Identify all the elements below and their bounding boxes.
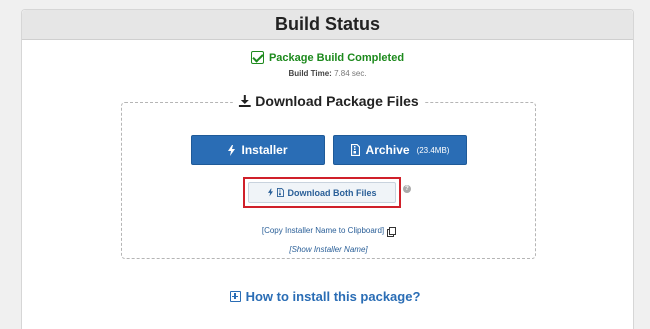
copy-installer-name[interactable]: [Copy Installer Name to Clipboard] bbox=[122, 226, 535, 237]
download-package-box: Download Package Files Installer Archive… bbox=[121, 93, 536, 259]
plus-square-icon bbox=[229, 291, 241, 302]
build-time: Build Time: 7.84 sec. bbox=[22, 69, 633, 78]
bolt-icon bbox=[267, 188, 273, 197]
copy-icon[interactable] bbox=[387, 226, 397, 237]
download-icon bbox=[238, 95, 251, 107]
download-legend: Download Package Files bbox=[232, 93, 425, 109]
download-both-label: Download Both Files bbox=[287, 187, 377, 198]
check-square-icon bbox=[250, 51, 264, 64]
how-to-install-text[interactable]: How to install this package? bbox=[246, 289, 421, 304]
download-both-button[interactable]: Download Both Files bbox=[248, 182, 396, 203]
file-archive-icon bbox=[350, 144, 360, 156]
archive-button[interactable]: Archive (23.4MB) bbox=[333, 135, 467, 165]
file-archive-icon bbox=[276, 188, 284, 197]
how-to-install-link[interactable]: How to install this package? bbox=[0, 289, 650, 304]
download-title: Download Package Files bbox=[255, 93, 419, 109]
copy-link-text[interactable]: [Copy Installer Name to Clipboard] bbox=[262, 226, 384, 235]
show-installer-name[interactable]: [Show Installer Name] bbox=[122, 239, 535, 257]
installer-label: Installer bbox=[241, 143, 288, 157]
build-status-panel: Build Status Package Build Completed Bui… bbox=[21, 9, 634, 329]
download-both-highlight: Download Both Files bbox=[243, 177, 401, 208]
build-time-label: Build Time: bbox=[288, 69, 332, 78]
question-circle-icon[interactable]: ? bbox=[403, 185, 411, 193]
build-time-value: 7.84 sec. bbox=[334, 69, 367, 78]
panel-header: Build Status bbox=[22, 10, 633, 40]
status-text: Package Build Completed bbox=[268, 51, 405, 64]
bolt-icon bbox=[228, 144, 236, 156]
archive-size: (23.4MB) bbox=[416, 145, 450, 155]
show-name-text[interactable]: [Show Installer Name] bbox=[289, 245, 367, 254]
panel-title: Build Status bbox=[274, 14, 380, 34]
installer-button[interactable]: Installer bbox=[191, 135, 325, 165]
archive-label: Archive bbox=[365, 143, 410, 157]
build-status: Package Build Completed bbox=[22, 51, 633, 64]
